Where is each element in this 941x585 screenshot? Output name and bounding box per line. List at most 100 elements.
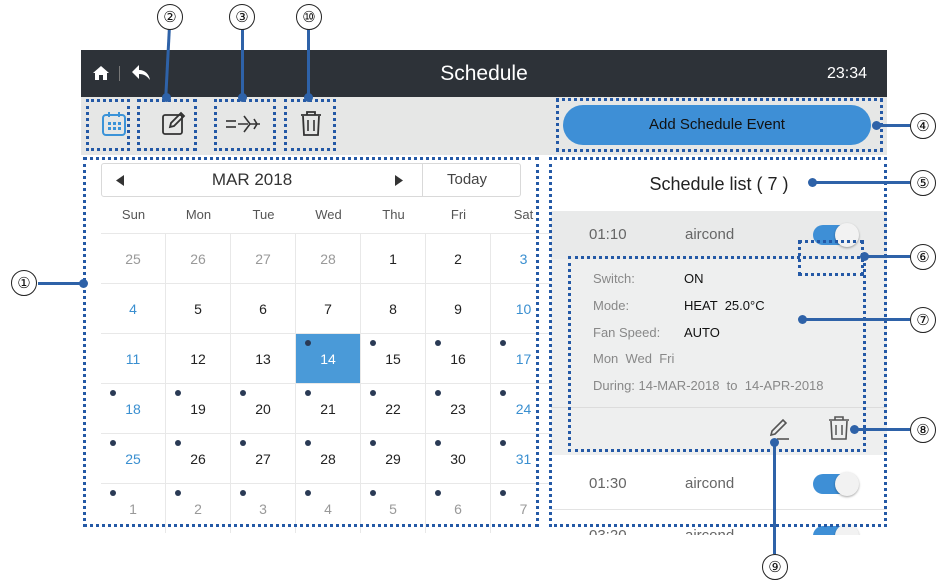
- weekday-label: Thu: [382, 207, 405, 222]
- event-time: 01:10: [589, 226, 627, 243]
- calendar-day-cell[interactable]: 22: [361, 383, 426, 433]
- calendar-day-cell[interactable]: 27: [231, 233, 296, 283]
- event-indicator-dot: [500, 440, 506, 446]
- fan-speed-label: Fan Speed:: [593, 325, 661, 340]
- add-schedule-event-button[interactable]: Add Schedule Event: [563, 105, 871, 145]
- calendar-day-cell[interactable]: 10: [491, 283, 556, 333]
- event-indicator-dot: [370, 440, 376, 446]
- calendar-day-cell[interactable]: 2: [426, 233, 491, 283]
- calendar-day-cell[interactable]: 3: [231, 483, 296, 533]
- event-indicator-dot: [240, 390, 246, 396]
- calendar-day-cell[interactable]: 13: [231, 333, 296, 383]
- calendar-day-number: 5: [389, 501, 397, 517]
- calendar-day-cell[interactable]: 5: [166, 283, 231, 333]
- toggle-knob: [835, 524, 859, 535]
- schedule-event-row[interactable]: 01:30 aircond: [551, 459, 887, 510]
- leader-dot: [860, 252, 869, 261]
- leader-line: [241, 28, 244, 100]
- calendar-day-cell[interactable]: 3: [491, 233, 556, 283]
- calendar-day-number: 26: [190, 451, 206, 467]
- toggle-knob: [835, 223, 859, 247]
- calendar-day-cell[interactable]: 28: [296, 433, 361, 483]
- callout-marker: ⑩: [296, 4, 322, 30]
- calendar-day-cell[interactable]: 1: [361, 233, 426, 283]
- calendar-day-cell[interactable]: 19: [166, 383, 231, 433]
- calendar-day-cell[interactable]: 31: [491, 433, 556, 483]
- calendar-day-cell[interactable]: 1: [101, 483, 166, 533]
- calendar-day-cell[interactable]: 21: [296, 383, 361, 433]
- toggle-knob: [835, 472, 859, 496]
- trash-icon[interactable]: [299, 109, 323, 137]
- event-indicator-dot: [110, 440, 116, 446]
- calendar-day-cell[interactable]: 8: [361, 283, 426, 333]
- calendar-day-cell[interactable]: 26: [166, 433, 231, 483]
- event-indicator-dot: [110, 490, 116, 496]
- calendar-day-cell[interactable]: 23: [426, 383, 491, 433]
- calendar-day-cell[interactable]: 5: [361, 483, 426, 533]
- today-button[interactable]: Today: [447, 164, 487, 196]
- detail-divider: [551, 407, 887, 408]
- switch-label: Switch:: [593, 271, 635, 286]
- schedule-event-row[interactable]: 01:10 aircond: [551, 211, 887, 259]
- event-time: 01:30: [589, 475, 627, 492]
- event-toggle[interactable]: [813, 472, 859, 496]
- leader-line: [773, 442, 776, 554]
- calendar-day-cell[interactable]: 2: [166, 483, 231, 533]
- calendar-day-cell[interactable]: 26: [166, 233, 231, 283]
- calendar-day-cell[interactable]: 27: [231, 433, 296, 483]
- calendar-day-number: 3: [259, 501, 267, 517]
- calendar-day-cell[interactable]: 20: [231, 383, 296, 433]
- calendar-day-cell[interactable]: 24: [491, 383, 556, 433]
- calendar-panel: MAR 2018 Today Sun Mon Tue Wed Thu Fri S…: [81, 155, 556, 535]
- calendar-day-cell[interactable]: 30: [426, 433, 491, 483]
- calendar-day-cell[interactable]: 4: [101, 283, 166, 333]
- calendar-day-cell[interactable]: 25: [101, 233, 166, 283]
- callout-marker: ③: [229, 4, 255, 30]
- event-indicator-dot: [305, 440, 311, 446]
- prev-month-icon[interactable]: [115, 174, 125, 187]
- schedule-event-row[interactable]: 03:20 aircond: [551, 511, 887, 535]
- calendar-day-cell[interactable]: 9: [426, 283, 491, 333]
- calendar-day-cell[interactable]: 7: [296, 283, 361, 333]
- calendar-day-number: 5: [194, 301, 202, 317]
- calendar-day-cell[interactable]: 14: [296, 333, 361, 383]
- calendar-day-cell[interactable]: 4: [296, 483, 361, 533]
- calendar-day-number: 24: [515, 401, 532, 417]
- calendar-day-number: 27: [255, 251, 271, 267]
- event-toggle[interactable]: [813, 223, 859, 247]
- edit-icon[interactable]: [161, 110, 187, 136]
- calendar-day-number: 3: [519, 251, 528, 267]
- weekday-label: Sun: [121, 207, 146, 222]
- schedule-list-panel: Schedule list ( 7 ) 01:10 aircond Switch…: [551, 155, 887, 535]
- next-month-icon[interactable]: [394, 174, 404, 187]
- calendar-day-cell[interactable]: 28: [296, 233, 361, 283]
- calendar-day-number: 11: [125, 351, 141, 367]
- event-time: 03:20: [589, 511, 627, 535]
- calendar-day-cell[interactable]: 6: [426, 483, 491, 533]
- calendar-day-cell[interactable]: 17: [491, 333, 556, 383]
- calendar-day-cell[interactable]: 12: [166, 333, 231, 383]
- calendar-day-cell[interactable]: 18: [101, 383, 166, 433]
- leader-line: [812, 181, 910, 184]
- calendar-day-number: 29: [385, 451, 401, 467]
- weekday-label: Sat: [513, 207, 534, 222]
- calendar-day-cell[interactable]: 16: [426, 333, 491, 383]
- event-indicator-dot: [500, 340, 506, 346]
- calendar-day-cell[interactable]: 29: [361, 433, 426, 483]
- calendar-day-cell[interactable]: 15: [361, 333, 426, 383]
- event-toggle[interactable]: [813, 524, 859, 535]
- clock-time: 23:34: [826, 65, 867, 82]
- delete-event-icon[interactable]: [828, 415, 850, 441]
- leader-line: [878, 124, 910, 127]
- event-indicator-dot: [500, 390, 506, 396]
- airplane-icon[interactable]: [224, 111, 264, 137]
- calendar-icon[interactable]: [101, 111, 127, 137]
- event-device: aircond: [685, 475, 735, 492]
- event-indicator-dot: [240, 490, 246, 496]
- calendar-day-number: 8: [389, 301, 397, 317]
- calendar-day-cell[interactable]: 6: [231, 283, 296, 333]
- calendar-day-number: 2: [454, 251, 462, 267]
- calendar-day-cell[interactable]: 25: [101, 433, 166, 483]
- calendar-day-cell[interactable]: 7: [491, 483, 556, 533]
- calendar-day-cell[interactable]: 11: [101, 333, 166, 383]
